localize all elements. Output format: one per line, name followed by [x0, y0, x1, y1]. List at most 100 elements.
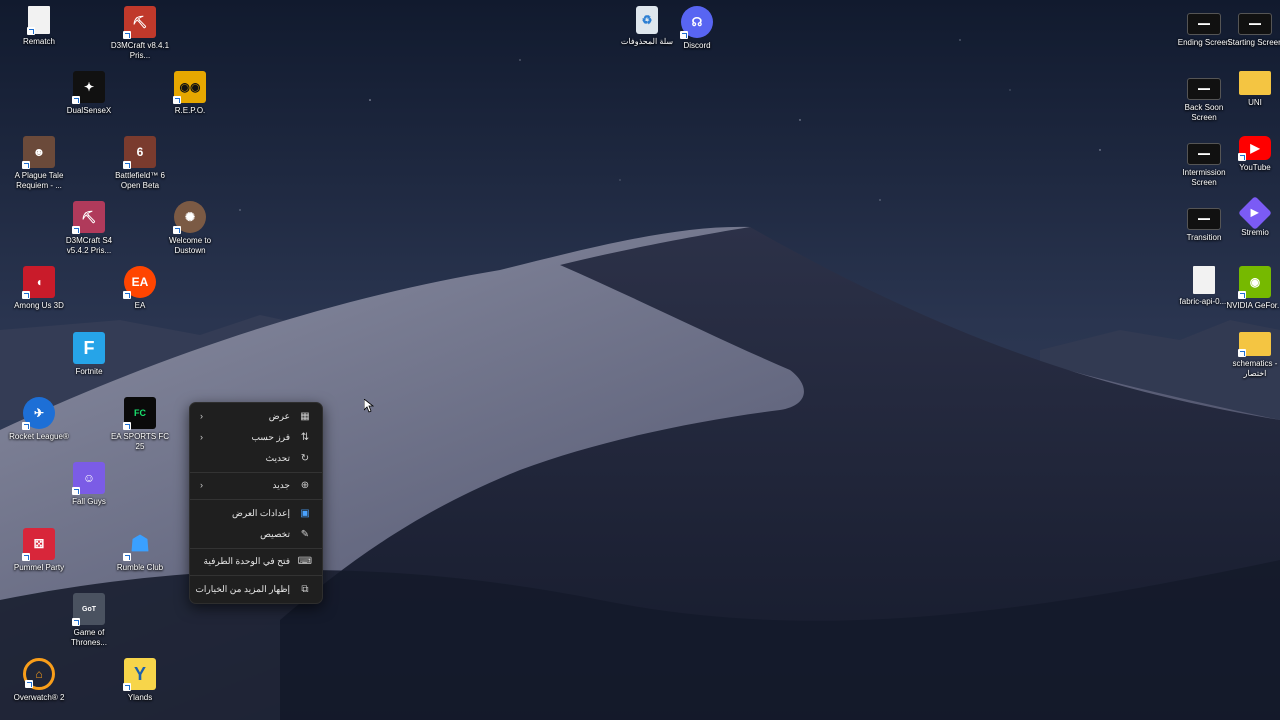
desktop-icon-plague-tale[interactable]: ☻ A Plague Tale Requiem - ...: [9, 136, 69, 191]
video-file-icon: ▬▬: [1187, 78, 1221, 100]
repo-icon: ◉◉: [173, 71, 206, 104]
menu-item-sort-by[interactable]: ⇅ فرز حسب ‹: [194, 427, 318, 447]
desktop-context-menu: ▦ عرض ‹ ⇅ فرز حسب ‹ ↻ تحديث ⊕ جديد ‹ ▣ إ…: [189, 402, 323, 604]
desktop-icon-ea[interactable]: EA EA: [110, 266, 170, 311]
plague-tale-icon: ☻: [22, 136, 55, 169]
among-us-icon: ◖: [22, 266, 55, 299]
menu-item-label: فتح في الوحدة الطرفية: [203, 555, 290, 566]
menu-separator: [190, 575, 322, 576]
desktop-icon-discord[interactable]: ☊ Discord: [667, 6, 727, 51]
menu-item-show-more-options[interactable]: ⧉ إظهار المزيد من الخيارات: [194, 579, 318, 599]
fortnite-icon: F: [73, 332, 105, 364]
battlefield-icon: 6: [123, 136, 156, 169]
overwatch-icon: ⌂: [23, 658, 55, 690]
desktop-icon-label: DualSenseX: [66, 106, 112, 115]
fc25-icon: FC: [123, 397, 156, 430]
desktop-icon-fc25[interactable]: FC EA SPORTS FC 25: [110, 397, 170, 452]
desktop-icon-label: Ylands: [127, 693, 153, 702]
desktop-icon-dualsensex[interactable]: ✦ DualSenseX: [59, 71, 119, 116]
video-file-icon: ▬▬: [1187, 143, 1221, 165]
desktop-icon-youtube[interactable]: ▶ YouTube: [1225, 136, 1280, 173]
desktop-icon-label: A Plague Tale Requiem - ...: [14, 171, 64, 190]
desktop-icon-starting-screen[interactable]: ▬▬ Starting Screen: [1225, 13, 1280, 48]
video-file-icon: ▬▬: [1238, 13, 1272, 35]
desktop-icon-label: Game of Thrones...: [70, 628, 107, 647]
ea-icon: EA: [123, 266, 156, 299]
file-icon: [1193, 266, 1215, 294]
desktop-icon-among-us[interactable]: ◖ Among Us 3D: [9, 266, 69, 311]
d3mcraft-icon: ⛏: [72, 201, 105, 234]
fall-guys-icon: ☺: [72, 462, 105, 495]
mouse-cursor-icon: [364, 399, 374, 413]
menu-item-label: تحديث: [265, 452, 290, 463]
nvidia-icon: ◉: [1238, 266, 1271, 299]
desktop-icon-nvidia[interactable]: ◉ NVIDIA GeFor...: [1225, 266, 1280, 311]
desktop-icon-d3mcraft-v8[interactable]: ⛏ D3MCraft v8.4.1 Pris...: [110, 6, 170, 61]
desktop-icon-game-of-thrones[interactable]: GoT Game of Thrones...: [59, 593, 119, 648]
desktop-icon-label: Battlefield™ 6 Open Beta: [115, 171, 165, 190]
desktop-icon-label: Rocket League®: [9, 432, 69, 441]
desktop-icon-pummel-party[interactable]: ⚄ Pummel Party: [9, 528, 69, 573]
chevron-left-icon: ‹: [200, 480, 203, 490]
desktop-icon-d3mcraft-s4[interactable]: ⛏ D3MCraft S4 v5.4.2 Pris...: [59, 201, 119, 256]
refresh-icon: ↻: [300, 452, 310, 464]
desktop-icon-stremio[interactable]: ▶ Stremio: [1225, 196, 1280, 238]
sort-icon: ⇅: [300, 431, 310, 443]
folder-icon: [1239, 71, 1271, 95]
dustown-icon: ✺: [173, 201, 206, 234]
desktop-icon-label: Fall Guys: [72, 497, 106, 506]
menu-item-new[interactable]: ⊕ جديد ‹: [194, 475, 318, 495]
menu-item-label: فرز حسب: [251, 431, 290, 442]
desktop-icon-schematics[interactable]: schematics - اختصار: [1225, 332, 1280, 379]
desktop-icon-fortnite[interactable]: F Fortnite: [59, 332, 119, 377]
dualsensex-icon: ✦: [72, 71, 105, 104]
desktop-icon-uni[interactable]: UNI: [1225, 71, 1280, 108]
desktop-icon-battlefield[interactable]: 6 Battlefield™ 6 Open Beta: [110, 136, 170, 191]
rocket-league-icon: ✈: [22, 397, 55, 430]
terminal-icon: ⌨: [297, 555, 312, 567]
desktop-icon-label: Fortnite: [75, 367, 103, 376]
ylands-icon: Y: [123, 658, 156, 691]
youtube-icon: ▶: [1238, 136, 1271, 161]
stremio-icon: ▶: [1238, 196, 1272, 230]
desktop-icon-label: Stremio: [1241, 228, 1269, 237]
folder-icon: [1238, 332, 1271, 357]
desktop-icon-overwatch[interactable]: ⌂ Overwatch® 2: [9, 658, 69, 703]
desktop-icon-dustown[interactable]: ✺ Welcome to Dustown: [160, 201, 220, 256]
desktop-icon-rumble-club[interactable]: ☗ Rumble Club: [110, 528, 170, 573]
desktop-icon-rocket-league[interactable]: ✈ Rocket League®: [9, 397, 69, 442]
menu-item-label: عرض: [268, 410, 290, 421]
desktop-icon-label: Discord: [683, 41, 711, 50]
chevron-left-icon: ‹: [200, 411, 203, 421]
menu-item-personalize[interactable]: ✎ تخصيص: [194, 524, 318, 544]
desktop-icon-label: Among Us 3D: [14, 301, 64, 310]
desktop-icon-label: schematics - اختصار: [1232, 359, 1278, 378]
desktop-icon-label: NVIDIA GeFor...: [1226, 301, 1280, 310]
desktop-icon-label: D3MCraft v8.4.1 Pris...: [110, 41, 170, 60]
d3mcraft-icon: ⛏: [123, 6, 156, 39]
desktop-icon-fall-guys[interactable]: ☺ Fall Guys: [59, 462, 119, 507]
expand-icon: ⧉: [301, 583, 309, 595]
game-of-thrones-icon: GoT: [72, 593, 105, 626]
menu-item-refresh[interactable]: ↻ تحديث: [194, 448, 318, 468]
menu-item-label: تخصيص: [260, 528, 290, 539]
desktop-icon-repo[interactable]: ◉◉ R.E.P.O.: [160, 71, 220, 116]
desktop-icon-rematch[interactable]: Rematch: [9, 6, 69, 47]
desktop-icon-label: Starting Screen: [1227, 38, 1280, 47]
desktop-icon-label: D3MCraft S4 v5.4.2 Pris...: [65, 236, 113, 255]
desktop-icon-label: EA: [134, 301, 146, 310]
desktop-icon-label: Welcome to Dustown: [168, 236, 212, 255]
desktop-icon-label: Overwatch® 2: [13, 693, 65, 702]
desktop-icon-label: R.E.P.O.: [174, 106, 206, 115]
menu-item-open-in-terminal[interactable]: ⌨ فتح في الوحدة الطرفية: [194, 551, 318, 571]
desktop-icon-ylands[interactable]: Y Ylands: [110, 658, 170, 703]
menu-item-view[interactable]: ▦ عرض ‹: [194, 406, 318, 426]
pummel-party-icon: ⚄: [22, 528, 55, 561]
menu-item-display-settings[interactable]: ▣ إعدادات العرض: [194, 503, 318, 523]
desktop-icon-label: Rematch: [22, 37, 55, 46]
menu-separator: [190, 499, 322, 500]
menu-item-label: جديد: [272, 479, 290, 490]
desktop-icon-label: Pummel Party: [13, 563, 65, 572]
menu-item-label: إعدادات العرض: [231, 507, 290, 518]
desktop-icon-label: UNI: [1248, 98, 1262, 107]
